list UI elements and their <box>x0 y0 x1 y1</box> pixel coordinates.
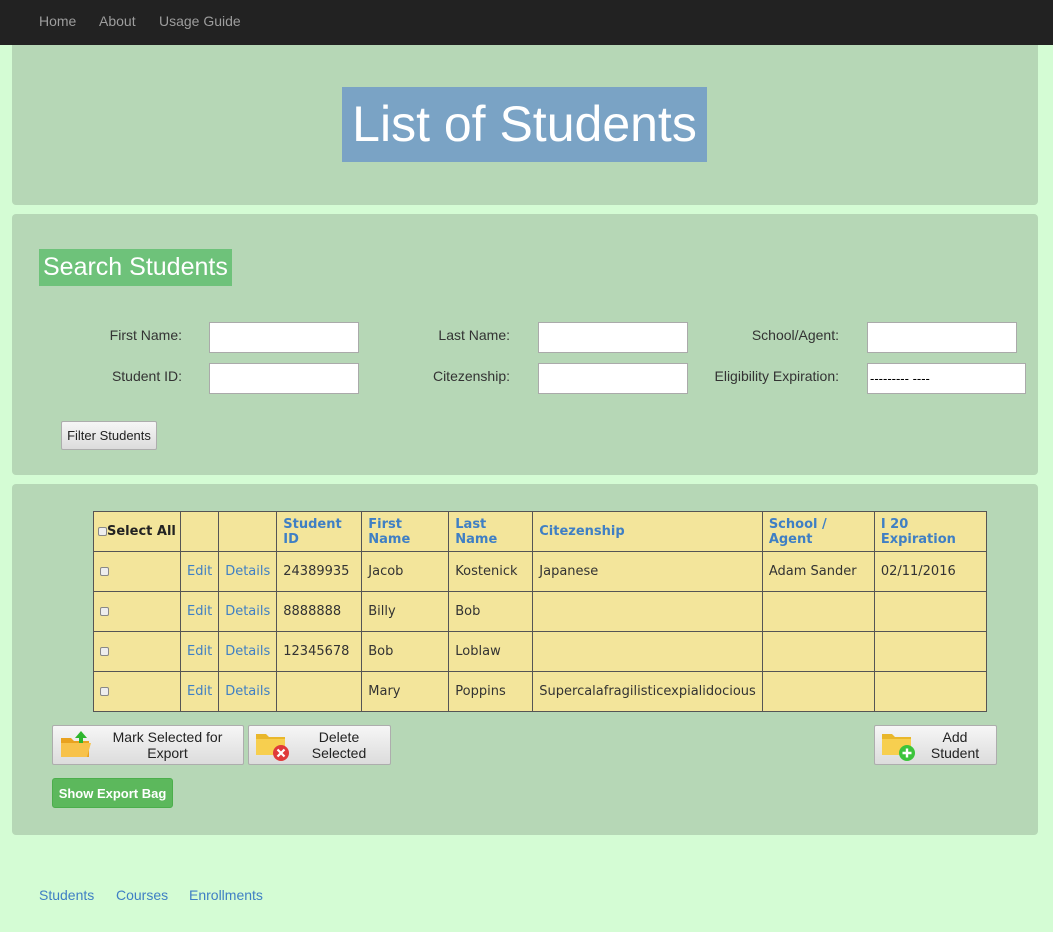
select-all-header: Select All <box>93 511 181 552</box>
last-name-label: Last Name: <box>438 327 510 343</box>
folder-add-icon <box>882 734 915 761</box>
first-name-input[interactable] <box>209 322 359 353</box>
student-id-label: Student ID: <box>111 368 182 384</box>
cell-first-name: Billy <box>361 591 450 632</box>
cell-school-agent: Adam Sander <box>761 551 875 592</box>
search-heading: Search Students <box>39 249 232 286</box>
cell-i20-expiration <box>873 671 987 712</box>
row-checkbox[interactable] <box>100 607 109 616</box>
cell-last-name: Loblaw <box>448 631 534 672</box>
cell-student-id: 12345678 <box>276 631 363 672</box>
cell-school-agent <box>761 591 875 632</box>
edit-link[interactable]: Edit <box>187 644 212 659</box>
school-agent-label: School/Agent: <box>751 327 839 343</box>
nav-usage-guide-link[interactable]: Usage Guide <box>159 13 241 29</box>
first-name-label: First Name: <box>109 327 182 343</box>
row-checkbox[interactable] <box>100 567 109 576</box>
details-link[interactable]: Details <box>225 644 270 659</box>
details-column-header <box>218 511 278 552</box>
cell-student-id: 8888888 <box>276 591 363 632</box>
row-select-cell <box>93 671 181 712</box>
table-row: Edit Details Mary Poppins Supercalafragi… <box>93 671 987 712</box>
show-export-bag-button[interactable]: Show Export Bag <box>52 778 173 808</box>
delete-selected-button[interactable]: Delete Selected <box>248 725 391 765</box>
cell-i20-expiration <box>873 591 987 632</box>
cell-citezenship <box>532 591 763 632</box>
add-student-button[interactable]: Add Student <box>874 725 997 765</box>
eligibility-expiration-label: Eligibility Expiration: <box>714 368 840 384</box>
table-row: Edit Details 12345678 Bob Loblaw <box>93 631 987 672</box>
cell-citezenship: Japanese <box>532 551 763 592</box>
folder-export-icon <box>61 731 91 757</box>
add-student-label: Add Student <box>930 729 980 761</box>
header-citezenship[interactable]: Citezenship <box>532 511 763 552</box>
cell-first-name: Jacob <box>361 551 450 592</box>
folder-delete-icon <box>256 734 289 761</box>
cell-last-name: Bob <box>448 591 534 632</box>
mark-export-label: Mark Selected for Export <box>112 729 223 761</box>
row-checkbox[interactable] <box>100 647 109 656</box>
student-id-input[interactable] <box>209 363 359 394</box>
details-link[interactable]: Details <box>225 564 270 579</box>
last-name-input[interactable] <box>538 322 688 353</box>
top-navbar: Home About Usage Guide <box>0 0 1053 45</box>
edit-link[interactable]: Edit <box>187 604 212 619</box>
filter-students-button[interactable]: Filter Students <box>61 421 157 450</box>
header-first-name[interactable]: First Name <box>361 511 450 552</box>
school-agent-input[interactable] <box>867 322 1017 353</box>
row-select-cell <box>93 631 181 672</box>
cell-citezenship <box>532 631 763 672</box>
cell-i20-expiration: 02/11/2016 <box>873 551 987 592</box>
row-select-cell <box>93 591 181 632</box>
edit-link[interactable]: Edit <box>187 564 212 579</box>
edit-column-header <box>179 511 220 552</box>
citezenship-input[interactable] <box>538 363 688 394</box>
cell-last-name: Poppins <box>448 671 534 712</box>
cell-school-agent <box>761 671 875 712</box>
header-last-name[interactable]: Last Name <box>448 511 534 552</box>
eligibility-expiration-input[interactable] <box>867 363 1026 394</box>
students-panel: Select All Student ID First Name Last Na… <box>12 484 1038 835</box>
delete-selected-label: Delete Selected <box>311 729 367 761</box>
cell-citezenship: Supercalafragilisticexpialidocious <box>532 671 763 712</box>
students-table: Select All Student ID First Name Last Na… <box>93 511 987 712</box>
header-school-agent[interactable]: School / Agent <box>761 511 875 552</box>
row-checkbox[interactable] <box>100 687 109 696</box>
table-header-row: Select All Student ID First Name Last Na… <box>93 511 987 552</box>
header-student-id[interactable]: Student ID <box>276 511 363 552</box>
cell-last-name: Kostenick <box>448 551 534 592</box>
footer-students-link[interactable]: Students <box>39 887 94 903</box>
page-title: List of Students <box>342 87 707 162</box>
header-i20-expiration[interactable]: I 20 Expiration <box>873 511 987 552</box>
select-all-checkbox[interactable] <box>98 527 107 536</box>
cell-school-agent <box>761 631 875 672</box>
cell-first-name: Bob <box>361 631 450 672</box>
nav-about-link[interactable]: About <box>99 13 136 29</box>
edit-link[interactable]: Edit <box>187 684 212 699</box>
footer-enrollments-link[interactable]: Enrollments <box>189 887 263 903</box>
row-select-cell <box>93 551 181 592</box>
nav-home-link[interactable]: Home <box>39 13 76 29</box>
search-panel: Search Students First Name: Last Name: S… <box>12 214 1038 475</box>
title-panel: List of Students <box>12 45 1038 205</box>
details-link[interactable]: Details <box>225 604 270 619</box>
cell-student-id <box>276 671 363 712</box>
details-link[interactable]: Details <box>225 684 270 699</box>
citezenship-label: Citezenship: <box>432 368 510 384</box>
table-row: Edit Details 8888888 Billy Bob <box>93 591 987 632</box>
table-row: Edit Details 24389935 Jacob Kostenick Ja… <box>93 551 987 592</box>
footer-courses-link[interactable]: Courses <box>116 887 168 903</box>
cell-student-id: 24389935 <box>276 551 363 592</box>
cell-first-name: Mary <box>361 671 450 712</box>
select-all-label: Select All <box>107 524 176 539</box>
cell-i20-expiration <box>873 631 987 672</box>
mark-export-button[interactable]: Mark Selected for Export <box>52 725 244 765</box>
